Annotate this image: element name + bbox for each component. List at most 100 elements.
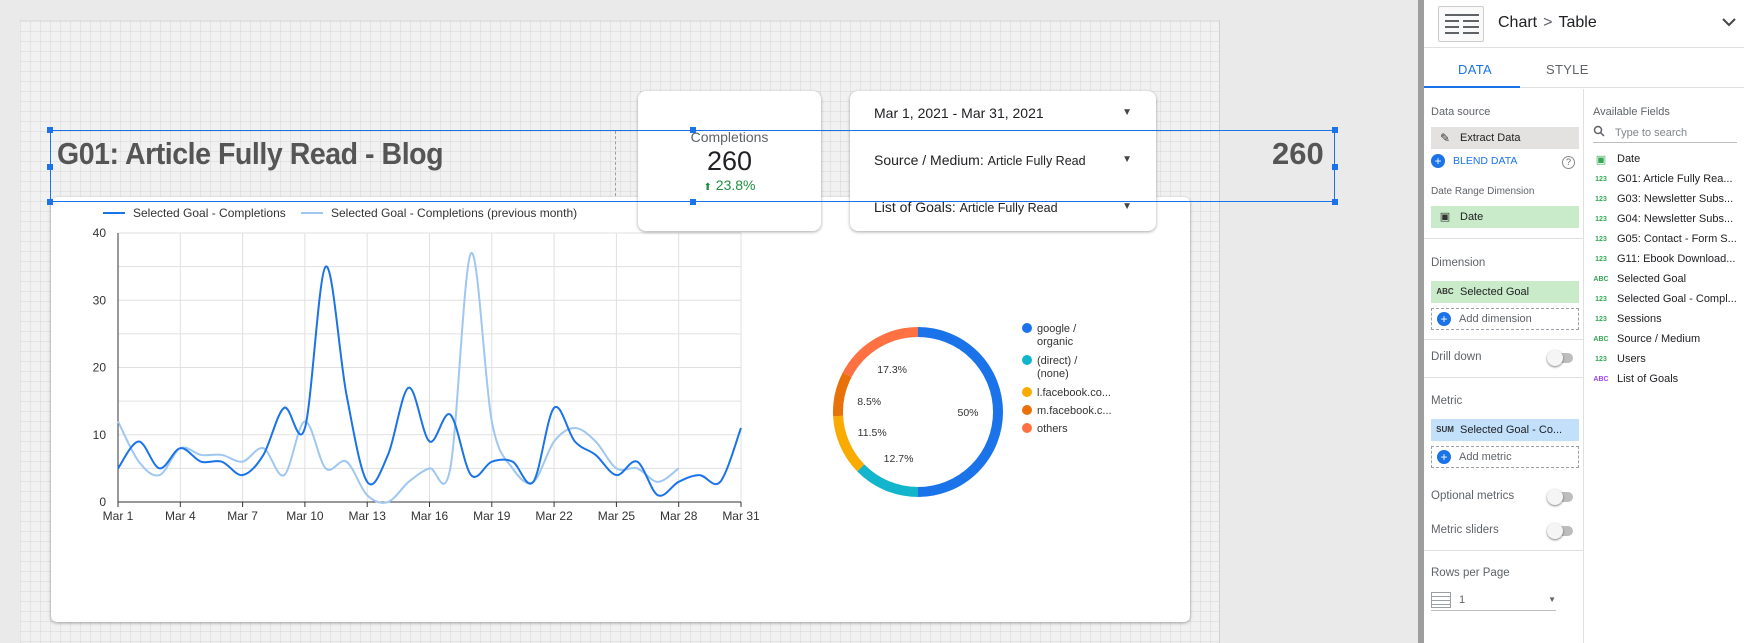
available-field[interactable]: ▣ Date [1593, 149, 1743, 169]
data-source-chip[interactable]: ✎ Extract Data [1431, 127, 1579, 149]
metric-sliders-toggle[interactable] [1547, 523, 1573, 539]
number-type-icon: 123 [1595, 175, 1607, 183]
number-type-icon: 123 [1595, 295, 1607, 303]
text-type-icon: ABC [1593, 375, 1609, 383]
add-dimension-button[interactable]: + Add dimension [1431, 308, 1579, 330]
available-field[interactable]: 123 G11: Ebook Download... [1593, 249, 1743, 269]
optional-metrics-toggle[interactable] [1547, 489, 1573, 505]
properties-panel: Chart > Table DATA STYLE Data source ✎ Ext… [1418, 0, 1744, 643]
line-chart[interactable]: 0 10 20 30 40 Mar 1 Mar 4 Mar 7 Mar 10 Mar 13 Mar … [51, 197, 811, 577]
x-tick-label: Mar 25 [598, 509, 636, 523]
available-field-name: Selected Goal [1617, 273, 1687, 285]
donut-slice[interactable] [857, 464, 919, 497]
legend-swatch [1022, 355, 1032, 365]
available-field[interactable]: 123 G04: Newsletter Subs... [1593, 209, 1743, 229]
available-fields-column: Available Fields ▣ Date 123 G01: Article Fu… [1585, 89, 1744, 643]
plus-icon: + [1431, 154, 1445, 168]
date-range-label: Mar 1, 2021 - Mar 31, 2021 [874, 105, 1044, 121]
donut-slice[interactable] [833, 415, 865, 472]
date-range-control[interactable]: Mar 1, 2021 - Mar 31, 2021 ▼ [850, 91, 1156, 138]
add-dimension-label: Add dimension [1459, 313, 1532, 325]
available-field[interactable]: ABC List of Goals [1593, 369, 1743, 389]
available-fields-label: Available Fields [1593, 106, 1670, 118]
legend-label[interactable]: (direct) / (none) [1037, 355, 1078, 380]
scorecard[interactable]: Completions 260 ⬆ 23.8% [638, 91, 821, 231]
legend-label-line: google / [1037, 323, 1077, 335]
donut-slice[interactable] [833, 372, 852, 417]
blend-data-button[interactable]: + BLEND DATA [1431, 154, 1517, 168]
caret-down-icon: ▼ [1122, 201, 1132, 212]
legend-label-line: (none) [1037, 368, 1069, 380]
drill-down-toggle[interactable] [1547, 350, 1573, 366]
x-tick-label: Mar 10 [286, 509, 324, 523]
rows-per-page-select[interactable]: 1 ▼ [1431, 589, 1556, 611]
x-tick-label: Mar 19 [473, 509, 511, 523]
legend-label[interactable]: m.facebook.c... [1037, 405, 1112, 417]
legend-current-label[interactable]: Selected Goal - Completions [133, 206, 286, 220]
available-field[interactable]: ABC Selected Goal [1593, 269, 1743, 289]
dimension-chip[interactable]: ABC Selected Goal [1431, 281, 1579, 303]
source-medium-label: Source / Medium: [874, 152, 984, 168]
legend-previous-label[interactable]: Selected Goal - Completions (previous mo… [331, 206, 577, 220]
source-medium-filter[interactable]: Source / Medium: Article Fully Read ▼ [850, 138, 1156, 185]
plus-icon: + [1437, 312, 1451, 326]
data-source-label: Data source [1431, 106, 1491, 118]
legend-swatch [1022, 323, 1032, 333]
add-metric-button[interactable]: + Add metric [1431, 446, 1579, 468]
available-field[interactable]: 123 Selected Goal - Compl... [1593, 289, 1743, 309]
number-type-icon: 123 [1595, 195, 1607, 203]
available-field[interactable]: 123 Users [1593, 349, 1743, 369]
series-line-previous[interactable] [117, 252, 680, 504]
list-of-goals-value: Article Fully Read [959, 201, 1058, 215]
legend-label[interactable]: google / organic [1037, 323, 1077, 348]
breadcrumb-chart[interactable]: Chart [1498, 14, 1537, 31]
field-search-input[interactable] [1613, 125, 1723, 140]
pencil-icon[interactable]: ✎ [1436, 131, 1454, 145]
available-field[interactable]: 123 Sessions [1593, 309, 1743, 329]
list-of-goals-label: List of Goals: [874, 199, 956, 215]
legend-label-line: organic [1037, 336, 1074, 348]
tab-data[interactable]: DATA [1458, 62, 1492, 77]
optional-metrics-label: Optional metrics [1431, 490, 1515, 502]
legend-swatch [1022, 387, 1032, 397]
x-tick-label: Mar 7 [227, 509, 258, 523]
slice-label: 50% [957, 407, 978, 419]
list-of-goals-filter[interactable]: List of Goals: Article Fully Read ▼ [850, 185, 1156, 232]
divider [1424, 238, 1584, 239]
table-chart-icon[interactable] [1438, 6, 1484, 42]
donut-chart[interactable]: 50% 12.7% 11.5% 8.5% 17.3% google / organic (di… [831, 287, 1191, 587]
caret-down-icon: ▼ [1548, 595, 1556, 604]
text-type-icon: ABC [1436, 287, 1454, 296]
chevron-down-icon[interactable] [1722, 14, 1736, 30]
table-rows-icon [1431, 591, 1451, 608]
text-type-icon: ABC [1593, 335, 1609, 343]
available-field[interactable]: ABC Source / Medium [1593, 329, 1743, 349]
drill-down-label: Drill down [1431, 351, 1482, 363]
slice-label: 8.5% [857, 396, 881, 408]
help-icon[interactable]: ? [1562, 156, 1575, 169]
date-range-dimension-value: Date [1460, 211, 1484, 223]
tab-style[interactable]: STYLE [1546, 62, 1589, 77]
metric-chip[interactable]: SUM Selected Goal - Co... [1431, 419, 1579, 441]
chart-card[interactable]: 0 10 20 30 40 Mar 1 Mar 4 Mar 7 Mar 10 Mar 13 Mar … [51, 197, 1190, 622]
number-type-icon: 123 [1595, 255, 1607, 263]
dimension-value: Selected Goal [1460, 286, 1530, 298]
available-field[interactable]: 123 G01: Article Fully Rea... [1593, 169, 1743, 189]
date-range-dimension-chip[interactable]: ▣ Date [1431, 206, 1579, 228]
slice-label: 11.5% [858, 427, 887, 439]
available-field[interactable]: 123 G05: Contact - Form S... [1593, 229, 1743, 249]
search-icon [1593, 124, 1605, 142]
resize-handle[interactable] [1332, 164, 1338, 170]
legend-label[interactable]: others [1037, 423, 1068, 435]
resize-handle[interactable] [1332, 199, 1338, 205]
resize-handle[interactable] [1332, 127, 1338, 133]
report-title[interactable]: G01: Article Fully Read - Blog [57, 136, 444, 172]
caret-down-icon: ▼ [1122, 107, 1132, 118]
legend-label-line: (direct) / [1037, 355, 1078, 367]
y-tick-label: 0 [99, 495, 106, 509]
available-field[interactable]: 123 G03: Newsletter Subs... [1593, 189, 1743, 209]
scorecard-delta-value: 23.8% [715, 177, 756, 193]
sum-aggregation-icon[interactable]: SUM [1436, 423, 1454, 437]
legend-label[interactable]: l.facebook.co... [1037, 387, 1111, 399]
number-type-icon: 123 [1595, 235, 1607, 243]
